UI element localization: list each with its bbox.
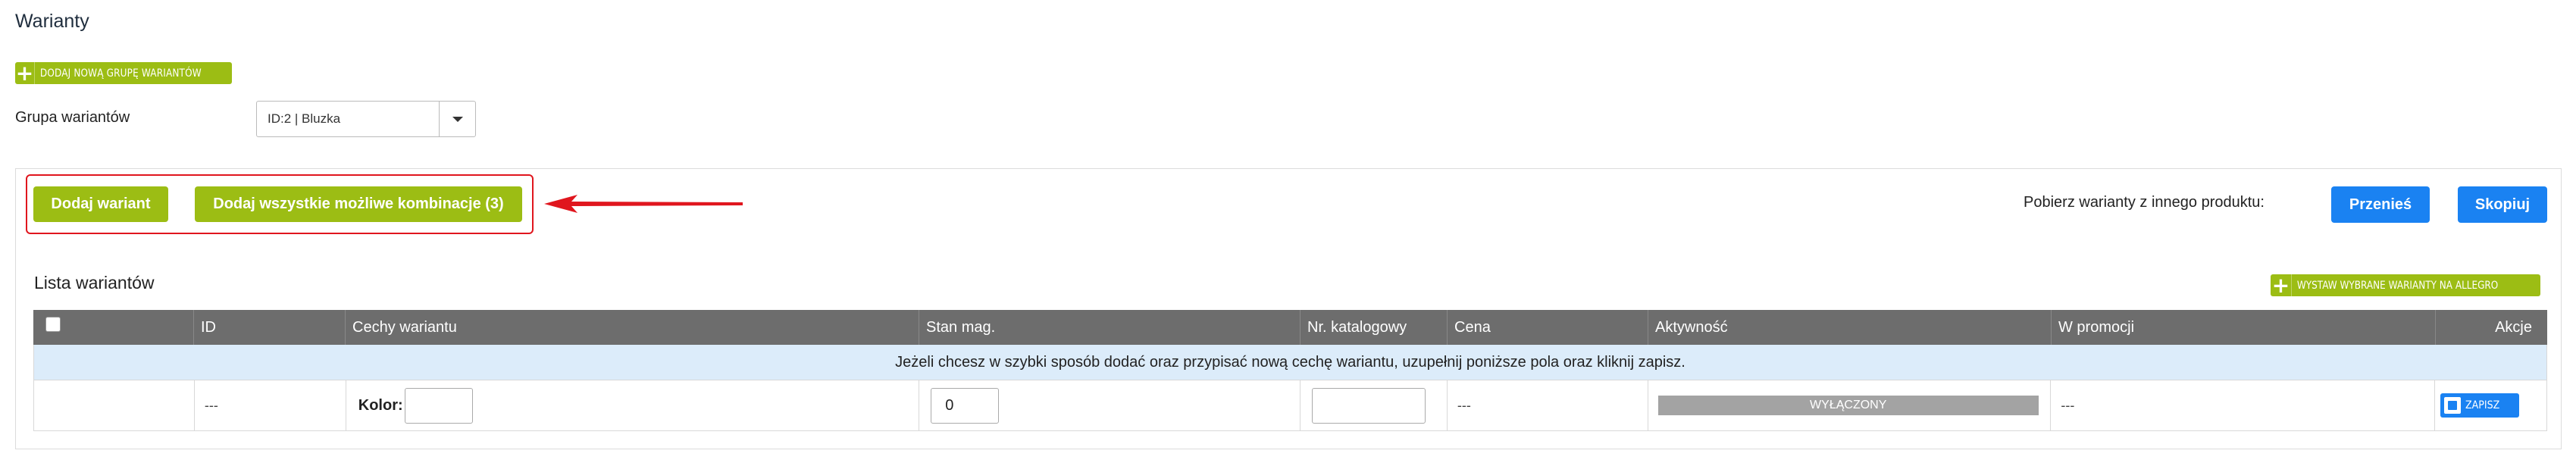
save-button-label: ZAPISZ (2465, 399, 2500, 411)
chevron-down-icon (452, 116, 463, 122)
select-all-checkbox[interactable] (45, 317, 61, 332)
variants-table: ID Cechy wariantu Stan mag. Nr. katalogo… (33, 310, 2547, 431)
row-select-cell (34, 380, 195, 430)
page-title: Warianty (15, 11, 89, 32)
variant-group-label: Grupa wariantów (15, 109, 130, 126)
column-header-catalog-number: Nr. katalogowy (1301, 310, 1448, 345)
quick-add-info: Jeżeli chcesz w szybki sposób dodać oraz… (33, 345, 2547, 380)
table-row: --- Kolor: 0 --- WYŁĄCZONY --- ZAPISZ (33, 380, 2547, 431)
variant-list-title: Lista wariantów (34, 273, 155, 293)
list-on-allegro-label: WYSTAW WYBRANE WARIANTY NA ALLEGRO (2296, 279, 2499, 292)
list-on-allegro-button[interactable]: + WYSTAW WYBRANE WARIANTY NA ALLEGRO (2271, 273, 2540, 298)
color-feature-label: Kolor: (358, 396, 403, 414)
column-header-activity: Aktywność (1648, 310, 2052, 345)
color-feature-input[interactable] (404, 387, 473, 424)
fetch-variants-label: Pobierz warianty z innego produktu: (2024, 194, 2265, 211)
activity-status-badge[interactable]: WYŁĄCZONY (1657, 396, 2039, 415)
variant-group-value: ID:2 | Bluzka (268, 111, 341, 126)
column-header-stock: Stan mag. (919, 310, 1301, 345)
column-header-price: Cena (1448, 310, 1648, 345)
catalog-number-input[interactable] (1311, 387, 1426, 424)
plus-icon: + (2271, 273, 2292, 298)
stock-input[interactable]: 0 (931, 387, 1000, 424)
column-header-promo: W promocji (2052, 310, 2436, 345)
row-catalog-cell (1301, 380, 1448, 430)
save-button[interactable]: ZAPISZ (2440, 393, 2519, 418)
column-header-id: ID (194, 310, 346, 345)
add-variant-group-label: DODAJ NOWĄ GRUPĘ WARIANTÓW (39, 67, 202, 80)
row-activity-cell: WYŁĄCZONY (1648, 380, 2052, 430)
table-header: ID Cechy wariantu Stan mag. Nr. katalogo… (33, 310, 2547, 345)
row-actions-cell: ZAPISZ (2435, 380, 2546, 430)
floppy-disk-icon (2444, 397, 2461, 414)
dropdown-toggle[interactable] (439, 102, 475, 136)
row-stock-cell: 0 (919, 380, 1301, 430)
column-header-actions: Akcje (2495, 318, 2532, 336)
move-button[interactable]: Przenieś (2331, 186, 2430, 223)
row-price: --- (1448, 380, 1648, 430)
row-id: --- (195, 380, 346, 430)
row-promo: --- (2051, 380, 2436, 430)
add-variant-button[interactable]: Dodaj wariant (33, 186, 168, 222)
add-all-combinations-button[interactable]: Dodaj wszystkie możliwe kombinacje (3) (195, 186, 522, 222)
column-header-features: Cechy wariantu (346, 310, 919, 345)
plus-icon: + (15, 60, 35, 86)
select-all-cell (33, 310, 194, 345)
variant-group-select[interactable]: ID:2 | Bluzka (256, 101, 476, 137)
add-variant-group-button[interactable]: + DODAJ NOWĄ GRUPĘ WARIANTÓW (15, 62, 232, 84)
red-arrow-annotation (544, 195, 743, 213)
copy-button[interactable]: Skopiuj (2458, 186, 2547, 223)
row-features-cell: Kolor: (346, 380, 920, 430)
